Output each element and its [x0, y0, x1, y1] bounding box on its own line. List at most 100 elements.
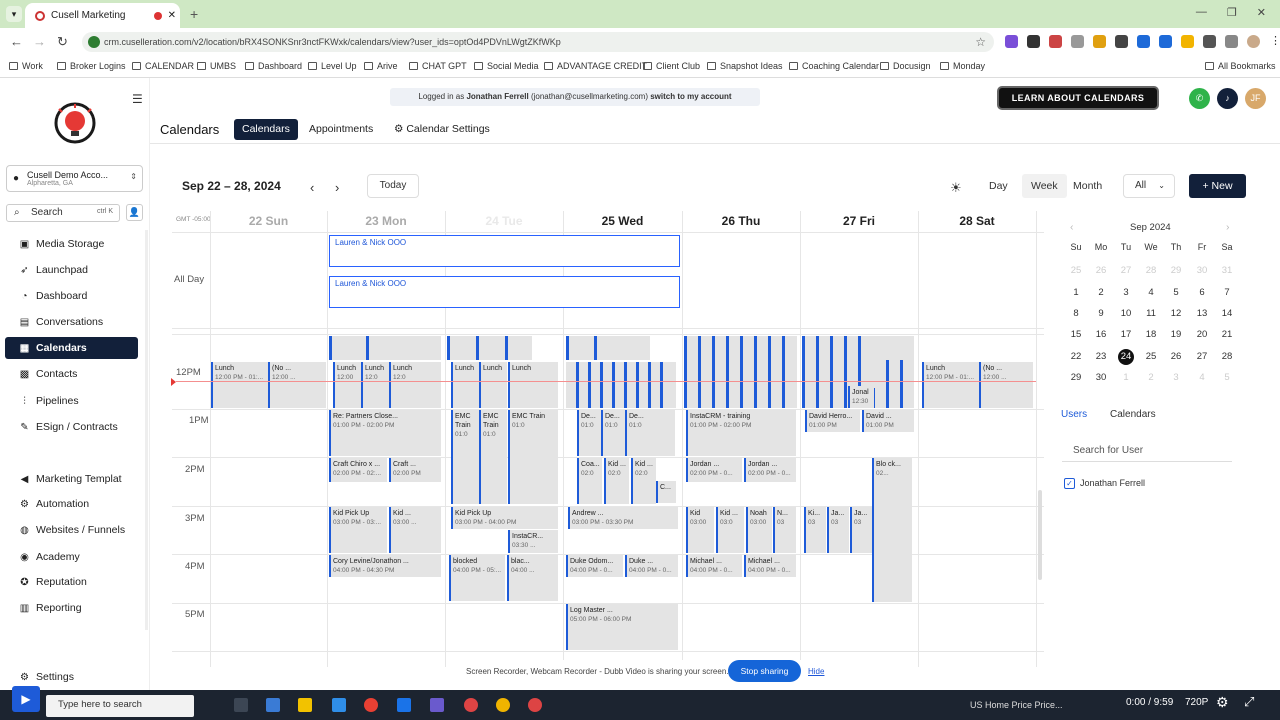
learn-about-calendars-button[interactable]: LEARN ABOUT CALENDARS — [997, 86, 1159, 110]
event-stripe[interactable] — [624, 362, 627, 408]
mini-calendar-day[interactable]: 19 — [1167, 327, 1185, 343]
play-icon[interactable]: ▶ — [12, 686, 40, 712]
bookmark-item[interactable]: Work — [9, 61, 43, 71]
tab-calendar-settings[interactable]: ⚙ Calendar Settings — [386, 119, 498, 140]
bookmark-item[interactable]: Dashboard — [245, 61, 302, 71]
sidebar-item-pipelines[interactable]: ⫶ Pipelines — [5, 390, 138, 412]
bell-icon[interactable]: ♪ — [1217, 88, 1238, 109]
event[interactable]: blocked 04:00 PM - 05:... — [449, 555, 505, 601]
mini-calendar-day[interactable]: 3 — [1117, 285, 1135, 301]
puzzle-icon[interactable] — [1203, 35, 1216, 48]
video-quality[interactable]: 720P — [1185, 697, 1208, 708]
mini-calendar-day[interactable]: 12 — [1167, 306, 1185, 322]
mini-calendar-day[interactable]: 2 — [1142, 370, 1160, 386]
sidebar-item-academy[interactable]: ◉ Academy — [5, 546, 138, 568]
mini-calendar-day[interactable]: 15 — [1067, 327, 1085, 343]
new-button[interactable]: + New — [1189, 174, 1246, 198]
event[interactable]: Blo ck... 02... — [872, 458, 912, 602]
event[interactable]: Jordan ... 02:00 PM - 0... — [744, 458, 796, 482]
browser-tab[interactable]: Cusell Marketing ✕ — [25, 3, 180, 28]
event[interactable]: C... — [656, 481, 676, 503]
chrome-icon[interactable] — [364, 698, 378, 712]
mini-calendar-day[interactable]: 23 — [1092, 349, 1110, 365]
extension-icon[interactable] — [1005, 35, 1018, 48]
sidebar-item-launchpad[interactable]: ➶ Launchpad — [5, 259, 138, 281]
mini-calendar-day[interactable]: 5 — [1167, 285, 1185, 301]
event[interactable]: InstaCRM - training 01:00 PM - 02:00 PM — [686, 410, 796, 456]
mini-calendar-day[interactable]: 22 — [1067, 349, 1085, 365]
event[interactable]: Duke Odom... 04:00 PM - 0... — [566, 555, 623, 577]
mini-calendar-day[interactable]: 11 — [1142, 306, 1160, 322]
event[interactable]: EMC Train 01:0 — [508, 410, 558, 504]
day-header-mon[interactable]: 23 Mon — [327, 214, 445, 228]
event[interactable]: Kid ... 03:0 — [716, 507, 744, 553]
account-switcher[interactable]: ● Cusell Demo Acco... Alpharetta, GA ⇕ — [6, 165, 143, 192]
menu-collapse-icon[interactable]: ☰ — [132, 92, 143, 106]
event-stripe[interactable] — [698, 336, 701, 408]
event[interactable]: Kid 03:00 — [686, 507, 714, 553]
panel-tab-users[interactable]: Users — [1061, 409, 1087, 420]
event-stripe[interactable] — [802, 336, 805, 408]
event-stripe[interactable] — [782, 336, 785, 408]
mini-calendar-day[interactable]: 25 — [1142, 349, 1160, 365]
sidebar-search[interactable]: ⌕ Search ctrl K — [6, 204, 120, 222]
gear-icon[interactable]: ⚙ — [1216, 694, 1229, 711]
search-user-input[interactable]: Search for User — [1062, 440, 1232, 462]
day-header-sat[interactable]: 28 Sat — [918, 214, 1036, 228]
mini-calendar-day[interactable]: 1 — [1067, 285, 1085, 301]
event[interactable]: (No ... 12:00 ... — [268, 362, 326, 408]
mini-calendar-day[interactable]: 10 — [1117, 306, 1135, 322]
mini-calendar-day[interactable]: 28 — [1218, 349, 1236, 365]
event[interactable]: Kid ... 02:0 — [604, 458, 629, 504]
mini-next-icon[interactable]: › — [1226, 221, 1230, 233]
prev-week-icon[interactable]: ‹ — [310, 180, 314, 195]
event[interactable]: Re: Partners Close... 01:00 PM - 02:00 PM — [329, 410, 441, 456]
event[interactable]: Lunch 12:00 PM - 01:... — [211, 362, 269, 408]
mini-calendar-day[interactable]: 24 — [1118, 349, 1134, 365]
bookmark-item[interactable]: Client Club — [643, 61, 700, 71]
restore-icon[interactable]: ❐ — [1227, 6, 1237, 19]
mini-calendar-day[interactable]: 17 — [1117, 327, 1135, 343]
extension-icon[interactable] — [1027, 35, 1040, 48]
app-icon[interactable] — [496, 698, 510, 712]
bookmark-item[interactable]: Social Media — [474, 61, 539, 71]
extension-icon[interactable] — [1181, 35, 1194, 48]
back-icon[interactable]: ← — [10, 34, 23, 49]
event[interactable]: De... 01:0 — [577, 410, 601, 456]
mini-calendar-day[interactable]: 29 — [1167, 263, 1185, 279]
tab-calendars[interactable]: Calendars — [234, 119, 298, 140]
mini-calendar-day[interactable]: 9 — [1092, 306, 1110, 322]
event[interactable]: Michael ... 04:00 PM - 0... — [744, 555, 796, 577]
fullscreen-icon[interactable]: ⤢ — [1244, 694, 1254, 710]
bookmark-item[interactable]: Docusign — [880, 61, 931, 71]
event[interactable]: Lunch 12:0 — [361, 362, 389, 408]
sidebar-item-automation[interactable]: ⚙ Automation — [5, 493, 138, 515]
event[interactable]: EMC Train 01:0 — [479, 410, 507, 504]
sidebar-scrollbar[interactable] — [145, 230, 148, 630]
mini-calendar-day[interactable]: 1 — [1117, 370, 1135, 386]
sidebar-item-media-storage[interactable]: ▣ Media Storage — [5, 233, 138, 255]
sidebar-item-reporting[interactable]: ▥ Reporting — [5, 597, 138, 619]
event-block[interactable] — [447, 336, 532, 360]
extension-icon[interactable] — [1115, 35, 1128, 48]
event[interactable]: Lunch 12:00 PM - 01:... — [922, 362, 980, 408]
extension-icon[interactable] — [1071, 35, 1084, 48]
event[interactable]: Coa... 02:0 — [577, 458, 602, 504]
mini-calendar-day[interactable]: 27 — [1117, 263, 1135, 279]
chrome-icon[interactable] — [528, 698, 542, 712]
switch-account-link[interactable]: switch to my account — [650, 92, 731, 101]
mini-calendar-day[interactable]: 31 — [1218, 263, 1236, 279]
event[interactable]: Kid Pick Up 03:00 PM - 04:00 PM — [451, 507, 558, 529]
event-stripe[interactable] — [740, 336, 743, 408]
chrome-icon[interactable] — [464, 698, 478, 712]
avatar[interactable]: JF — [1245, 88, 1266, 109]
bookmark-item[interactable]: CHAT GPT — [409, 61, 467, 71]
event-stripe[interactable] — [566, 336, 569, 360]
mini-calendar-day[interactable]: 4 — [1142, 285, 1160, 301]
sidebar-item-dashboard[interactable]: ◔ Dashboard — [5, 285, 138, 307]
mini-calendar-day[interactable]: 30 — [1092, 370, 1110, 386]
event-stripe[interactable] — [505, 336, 508, 360]
mini-calendar-day[interactable]: 16 — [1092, 327, 1110, 343]
mini-calendar-day[interactable]: 30 — [1193, 263, 1211, 279]
day-header-fri[interactable]: 27 Fri — [800, 214, 918, 228]
